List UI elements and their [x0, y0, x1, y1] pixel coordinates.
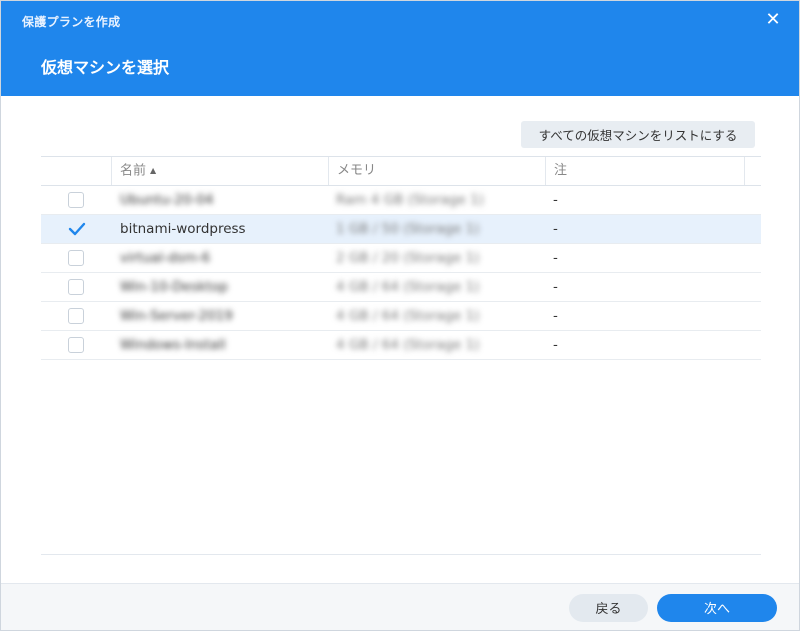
vm-memory-cell: 4 GB / 64 (Storage 1): [336, 308, 480, 324]
row-checkbox[interactable]: [68, 308, 84, 324]
vm-name-cell: bitnami-wordpress: [120, 221, 246, 237]
sort-ascending-icon: ▲: [150, 166, 157, 175]
vm-name-cell: Windows-Install: [120, 337, 226, 353]
dialog-header: 保護プランを作成 ✕ 仮想マシンを選択: [1, 1, 799, 96]
vm-name-cell: virtual-dsm-6: [120, 250, 211, 266]
row-checkbox-cell: [41, 302, 111, 330]
row-checkbox-cell: [41, 244, 111, 272]
column-header-note[interactable]: 注: [545, 157, 744, 185]
checkmark-icon: [68, 222, 86, 236]
create-protection-plan-dialog: 保護プランを作成 ✕ 仮想マシンを選択 すべての仮想マシンをリストにする 名前 ▲…: [0, 0, 800, 631]
column-header-name[interactable]: 名前 ▲: [111, 157, 328, 185]
table-row[interactable]: bitnami-wordpress 1 GB / 50 (Storage 1) -: [41, 215, 761, 244]
close-button[interactable]: ✕: [763, 9, 783, 31]
row-checkbox[interactable]: [68, 250, 84, 266]
vm-note-cell: -: [553, 308, 558, 324]
vm-memory-cell: 1 GB / 50 (Storage 1): [336, 221, 480, 237]
column-header-note-label: 注: [554, 163, 568, 178]
row-checkbox-cell: [41, 215, 111, 243]
row-checkbox-cell: [41, 273, 111, 301]
vm-note-cell: -: [553, 221, 558, 237]
vm-memory-cell: 4 GB / 64 (Storage 1): [336, 337, 480, 353]
vm-note-cell: -: [553, 337, 558, 353]
close-icon: ✕: [765, 9, 781, 30]
vm-memory-cell: 4 GB / 64 (Storage 1): [336, 279, 480, 295]
back-button[interactable]: 戻る: [569, 594, 648, 622]
vm-note-cell: -: [553, 192, 558, 208]
grid-bottom-divider: [41, 554, 761, 555]
row-checkbox[interactable]: [68, 337, 84, 353]
table-row[interactable]: Windows-Install 4 GB / 64 (Storage 1) -: [41, 331, 761, 360]
list-all-vms-button[interactable]: すべての仮想マシンをリストにする: [521, 121, 755, 148]
row-checkbox-cell: [41, 186, 111, 214]
table-row[interactable]: Win-10-Desktop 4 GB / 64 (Storage 1) -: [41, 273, 761, 302]
dialog-footer: 戻る 次へ: [1, 583, 799, 630]
vm-memory-cell: 2 GB / 20 (Storage 1): [336, 250, 480, 266]
window-title: 保護プランを作成: [22, 15, 121, 29]
table-row[interactable]: Win-Server-2019 4 GB / 64 (Storage 1) -: [41, 302, 761, 331]
column-header-memory[interactable]: メモリ: [328, 157, 545, 185]
row-checkbox-cell: [41, 331, 111, 359]
grid-header: 名前 ▲ メモリ 注: [41, 156, 761, 186]
step-title: 仮想マシンを選択: [41, 58, 170, 77]
vm-memory-cell: Ram 4 GB (Storage 1): [336, 192, 484, 208]
table-row[interactable]: Ubuntu-20-04 Ram 4 GB (Storage 1) -: [41, 186, 761, 215]
column-header-memory-label: メモリ: [337, 163, 377, 178]
row-checkbox[interactable]: [68, 192, 84, 208]
vm-name-cell: Win-Server-2019: [120, 308, 233, 324]
column-header-spacer: [744, 157, 761, 185]
column-header-name-label: 名前: [120, 163, 147, 179]
vm-grid: 名前 ▲ メモリ 注 Ubuntu-20-04 Ram 4 GB (Storage …: [41, 156, 761, 360]
row-checkbox[interactable]: [68, 221, 86, 237]
vm-name-cell: Win-10-Desktop: [120, 279, 228, 295]
vm-note-cell: -: [553, 279, 558, 295]
next-button[interactable]: 次へ: [657, 594, 777, 622]
vm-name-cell: Ubuntu-20-04: [120, 192, 214, 208]
grid-body: Ubuntu-20-04 Ram 4 GB (Storage 1) - bitnami…: [41, 186, 761, 360]
vm-note-cell: -: [553, 250, 558, 266]
table-row[interactable]: virtual-dsm-6 2 GB / 20 (Storage 1) -: [41, 244, 761, 273]
header-check-column: [41, 157, 111, 185]
row-checkbox[interactable]: [68, 279, 84, 295]
